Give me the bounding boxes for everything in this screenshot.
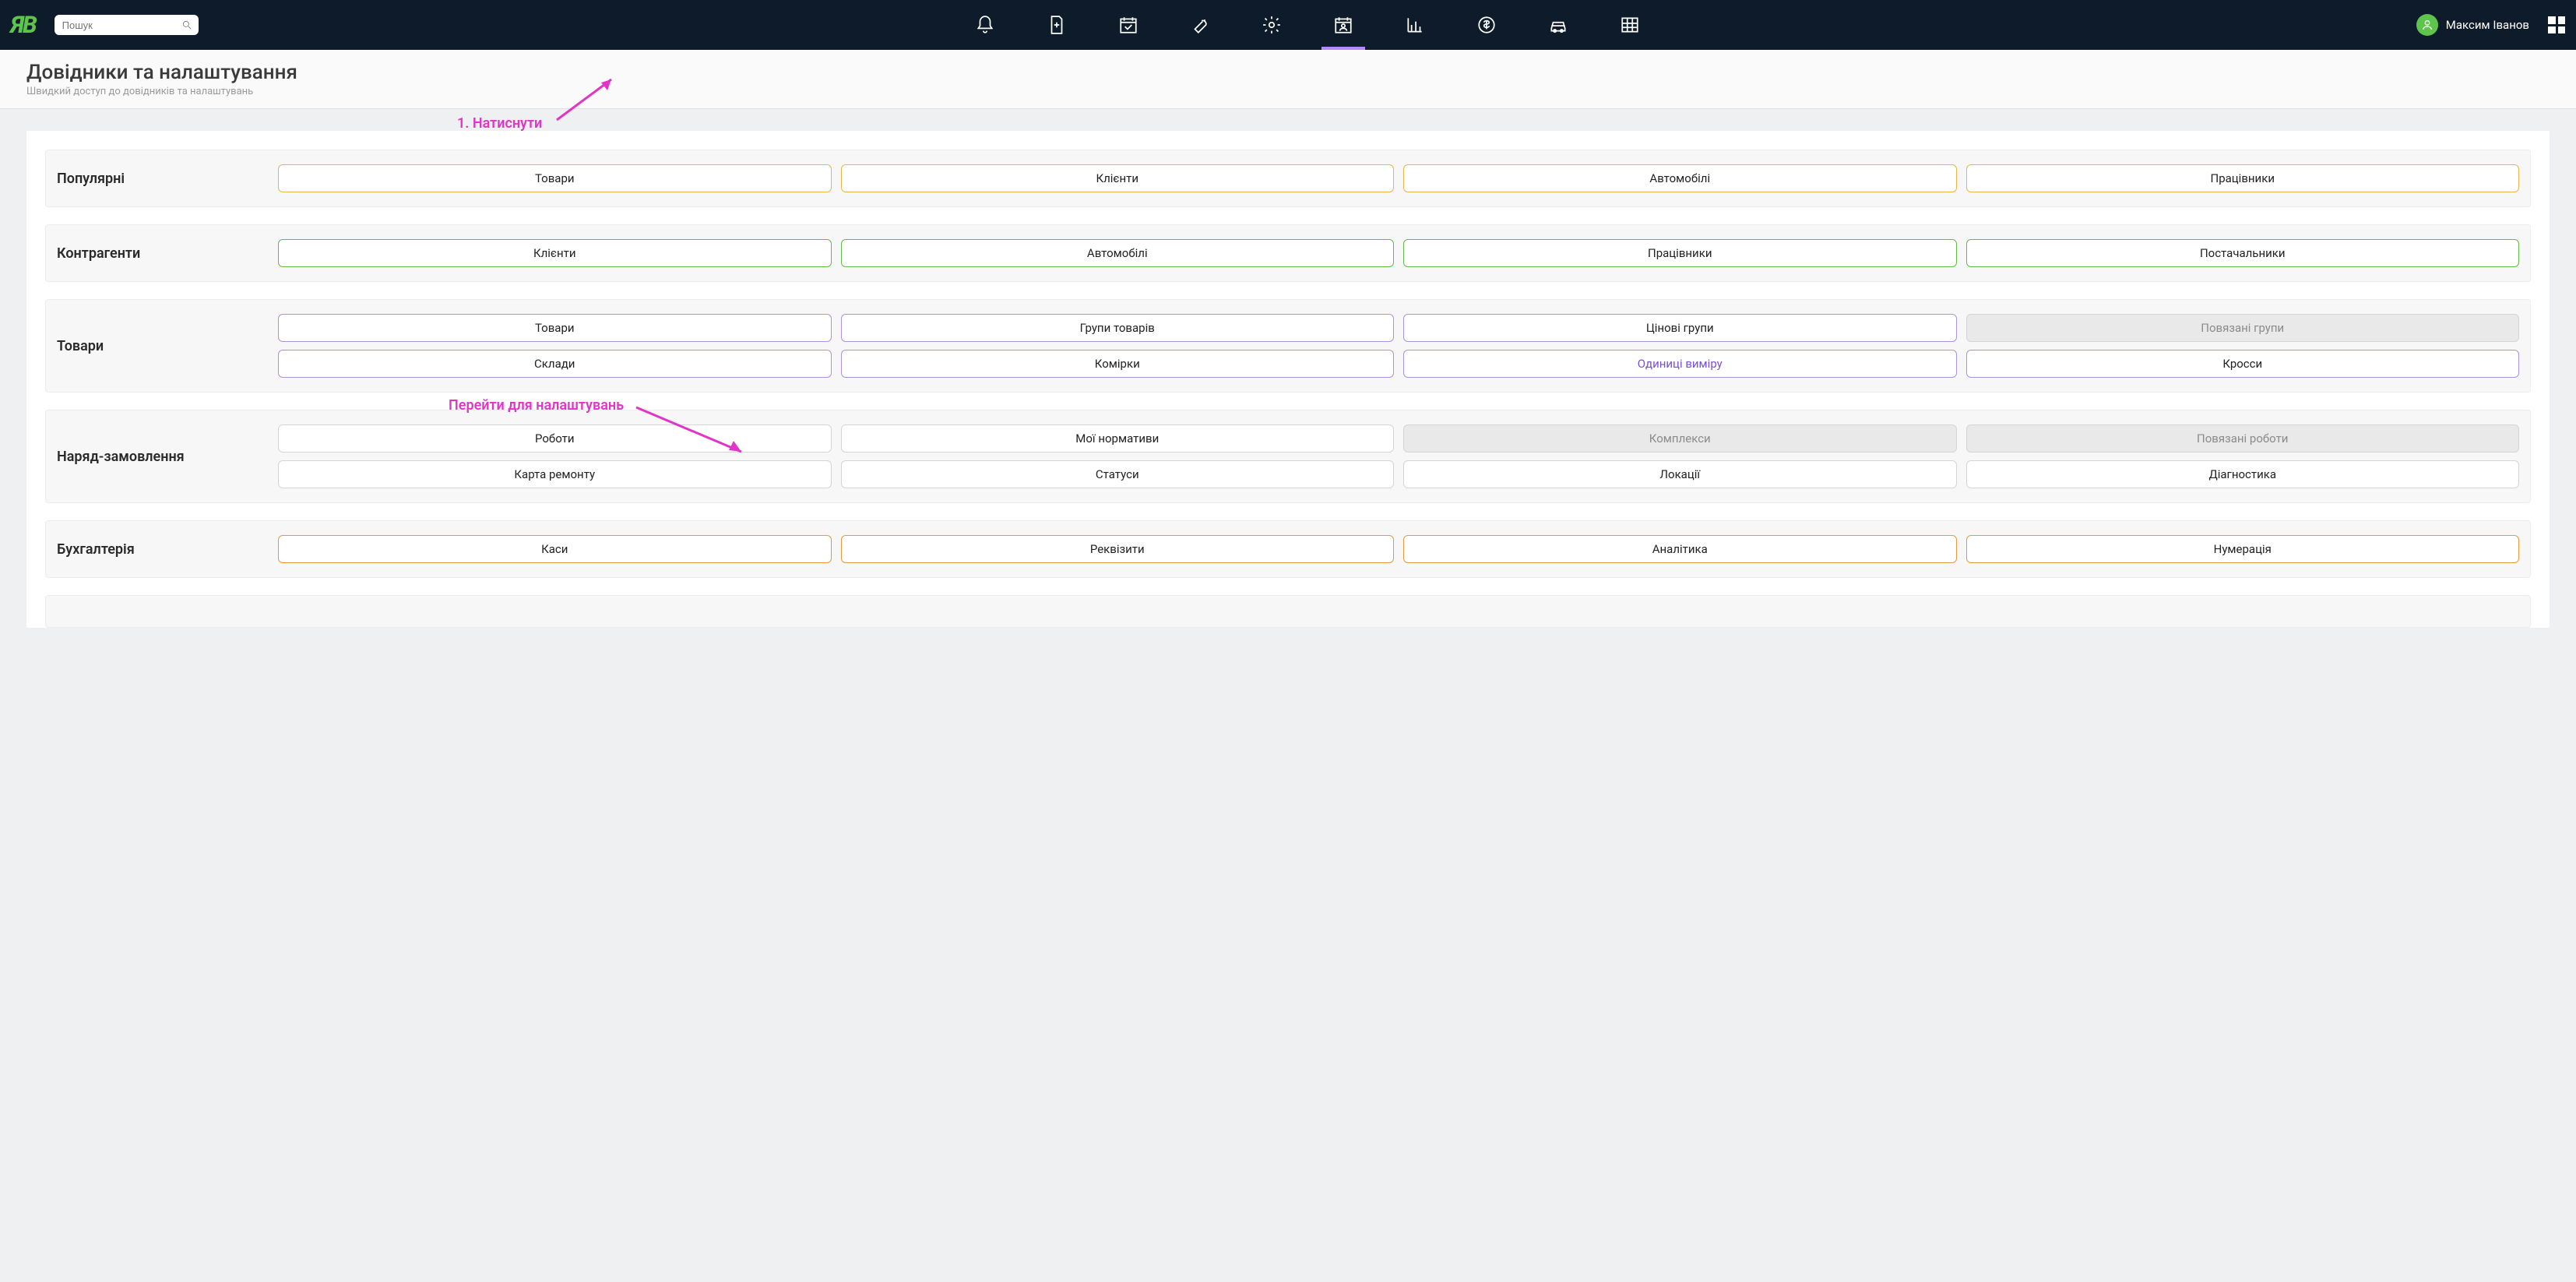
user-block[interactable]: Максим Іванов: [2416, 14, 2565, 36]
nav-money-icon[interactable]: [1473, 11, 1501, 39]
avatar: [2416, 14, 2438, 36]
page-subtitle: Швидкий доступ до довідників та налаштув…: [26, 86, 2550, 97]
section: Бухгалтерія Каси Реквізити Аналітика Нумерац…: [45, 520, 2531, 578]
nav-car-icon[interactable]: [1544, 11, 1572, 39]
search-wrap: [55, 15, 199, 35]
directory-button: Повязані групи: [1966, 314, 2520, 342]
directory-button: Повязані роботи: [1966, 424, 2520, 453]
nav-active-underline: [1321, 47, 1365, 50]
nav-new-doc-icon[interactable]: [1043, 11, 1071, 39]
nav-chart-icon[interactable]: [1401, 11, 1429, 39]
section-label: Контрагенти: [57, 245, 267, 262]
button-grid: Товари Групи товарів Цінові групи Повязані …: [278, 314, 2519, 378]
directory-button[interactable]: Карта ремонту: [278, 460, 832, 488]
directory-button[interactable]: Кросси: [1966, 350, 2520, 378]
section-label: Популярні: [57, 171, 267, 187]
button-grid: Товари Клієнти Автомобілі Працівники: [278, 164, 2519, 192]
directory-button[interactable]: Склади: [278, 350, 832, 378]
main: Популярні Товари Клієнти Автомобілі Працівни…: [0, 109, 2576, 642]
directory-button[interactable]: Товари: [278, 164, 832, 192]
user-name: Максим Іванов: [2446, 18, 2529, 32]
directory-button[interactable]: Працівники: [1966, 164, 2520, 192]
nav-wrench-icon[interactable]: [1186, 11, 1214, 39]
section: Наряд-замовлення Роботи Мої нормативи Компл…: [45, 410, 2531, 503]
button-grid: Роботи Мої нормативи Комплекси Повязані роб…: [278, 424, 2519, 488]
directory-button[interactable]: Нумерація: [1966, 535, 2520, 563]
search-icon: [181, 19, 192, 30]
directory-button[interactable]: Автомобілі: [1403, 164, 1957, 192]
directory-button[interactable]: Локації: [1403, 460, 1957, 488]
directory-button[interactable]: Аналітика: [1403, 535, 1957, 563]
button-grid: Каси Реквізити Аналітика Нумерація: [278, 535, 2519, 563]
card: Популярні Товари Клієнти Автомобілі Працівни…: [26, 131, 2550, 628]
nav-calendar-check-icon[interactable]: [1114, 11, 1142, 39]
search-input[interactable]: [55, 15, 199, 35]
directory-button[interactable]: Клієнти: [278, 239, 832, 267]
topbar: ЯB: [0, 0, 2576, 50]
directory-button[interactable]: Працівники: [1403, 239, 1957, 267]
directory-button[interactable]: Комірки: [841, 350, 1395, 378]
directory-button[interactable]: Одиниці виміру: [1403, 350, 1957, 378]
directory-button[interactable]: Реквізити: [841, 535, 1395, 563]
directory-button[interactable]: Роботи: [278, 424, 832, 453]
directory-button: Комплекси: [1403, 424, 1957, 453]
page-header: Довідники та налаштування Швидкий доступ…: [0, 50, 2576, 109]
directory-button[interactable]: Групи товарів: [841, 314, 1395, 342]
section: Товари Товари Групи товарів Цінові групи Пов…: [45, 299, 2531, 393]
nav-bell-icon[interactable]: [971, 11, 999, 39]
directory-button[interactable]: Діагностика: [1966, 460, 2520, 488]
directory-button[interactable]: Автомобілі: [841, 239, 1395, 267]
nav-directory-icon[interactable]: [1329, 11, 1357, 39]
section-label: Товари: [57, 314, 267, 378]
nav-icons: [213, 11, 2402, 39]
section-label: Наряд-замовлення: [57, 424, 267, 488]
page-title: Довідники та налаштування: [26, 61, 2550, 84]
directory-button[interactable]: Клієнти: [841, 164, 1395, 192]
directory-button[interactable]: Каси: [278, 535, 832, 563]
directory-button[interactable]: Цінові групи: [1403, 314, 1957, 342]
section-partial: [45, 595, 2531, 628]
button-grid: Клієнти Автомобілі Працівники Постачальники: [278, 239, 2519, 267]
apps-grid-icon[interactable]: [2548, 16, 2565, 33]
section: Контрагенти Клієнти Автомобілі Працівники По…: [45, 224, 2531, 282]
logo[interactable]: ЯB: [11, 12, 36, 39]
directory-button[interactable]: Постачальники: [1966, 239, 2520, 267]
directory-button[interactable]: Статуси: [841, 460, 1395, 488]
nav-settings-icon[interactable]: [1258, 11, 1286, 39]
directory-button[interactable]: Товари: [278, 314, 832, 342]
section-label: Бухгалтерія: [57, 541, 267, 558]
section: Популярні Товари Клієнти Автомобілі Працівни…: [45, 150, 2531, 207]
directory-button[interactable]: Мої нормативи: [841, 424, 1395, 453]
nav-grid-icon[interactable]: [1616, 11, 1644, 39]
